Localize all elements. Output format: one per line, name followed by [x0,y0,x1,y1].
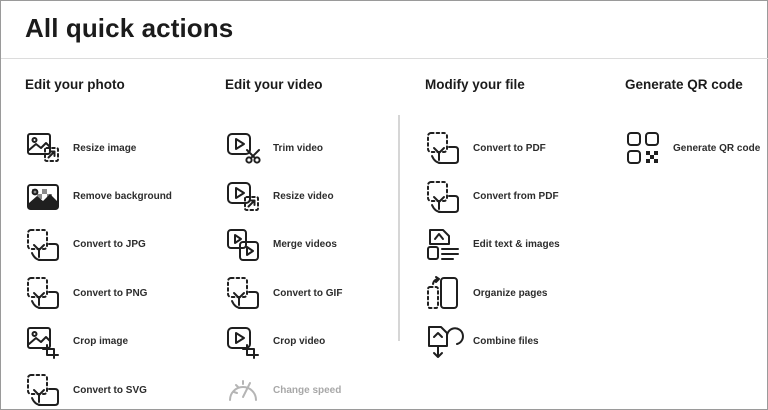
convert-file-icon [225,275,261,311]
action-label: Crop video [273,336,326,348]
action-edit-text-images[interactable]: Edit text & images [425,221,560,269]
convert-file-icon [25,275,61,311]
crop-video-icon [225,324,261,360]
action-remove-background[interactable]: Remove background [25,172,172,220]
convert-file-icon [25,227,61,263]
action-label: Combine files [473,336,539,348]
action-label: Convert to PNG [73,287,148,299]
action-label: Change speed [273,384,342,396]
column-divider [398,115,400,341]
action-combine-files[interactable]: Combine files [425,318,560,366]
trim-video-icon [225,130,261,166]
combine-files-icon [425,324,464,360]
action-label: Trim video [273,142,324,154]
convert-file-icon [425,179,461,215]
action-resize-image[interactable]: Resize image [25,124,172,172]
page-title: All quick actions [25,13,234,43]
action-label: Crop image [73,336,129,348]
column-heading: Modify your file [425,77,525,92]
convert-file-icon [425,130,461,166]
change-speed-icon [225,372,261,408]
action-crop-image[interactable]: Crop image [25,318,172,366]
action-convert-from-pdf[interactable]: Convert from PDF [425,172,560,220]
edit-text-images-icon [425,227,461,263]
action-label: Convert to GIF [273,287,343,299]
action-generate-qr-code[interactable]: Generate QR code [625,124,760,172]
resize-image-icon [25,130,61,166]
column-heading: Edit your photo [25,77,125,92]
action-convert-to-jpg[interactable]: Convert to JPG [25,221,172,269]
action-convert-to-svg[interactable]: Convert to SVG [25,366,172,410]
convert-file-icon [25,372,61,408]
action-label: Resize video [273,191,334,203]
action-convert-to-png[interactable]: Convert to PNG [25,269,172,317]
organize-pages-icon [425,275,461,311]
column-heading: Generate QR code [625,77,743,92]
action-label: Merge videos [273,239,337,251]
remove-background-icon [25,179,61,215]
action-label: Convert from PDF [473,191,559,203]
action-label: Convert to JPG [73,239,146,251]
action-label: Edit text & images [473,239,560,251]
quick-actions-panel: All quick actions Edit your photo Resize… [0,0,768,410]
action-organize-pages[interactable]: Organize pages [425,269,560,317]
action-convert-to-pdf[interactable]: Convert to PDF [425,124,560,172]
merge-videos-icon [225,227,261,263]
action-merge-videos[interactable]: Merge videos [225,221,342,269]
action-label: Resize image [73,142,137,154]
column-edit-video: Edit your video Trim video Resize video … [225,76,342,410]
column-heading: Edit your video [225,77,323,92]
title-divider [1,58,768,59]
column-edit-photo: Edit your photo Resize image Remove back… [25,76,172,410]
action-label: Convert to SVG [73,384,147,396]
column-generate-qr: Generate QR code Generate QR code [625,76,760,172]
action-convert-to-gif[interactable]: Convert to GIF [225,269,342,317]
crop-image-icon [25,324,61,360]
action-change-speed: Change speed [225,366,342,410]
action-trim-video[interactable]: Trim video [225,124,342,172]
column-modify-file: Modify your file Convert to PDF Convert … [425,76,560,366]
action-label: Generate QR code [673,142,761,154]
action-label: Remove background [73,191,172,203]
action-resize-video[interactable]: Resize video [225,172,342,220]
action-label: Convert to PDF [473,142,546,154]
qr-code-icon [625,130,661,166]
resize-video-icon [225,179,261,215]
action-label: Organize pages [473,287,548,299]
action-crop-video[interactable]: Crop video [225,318,342,366]
